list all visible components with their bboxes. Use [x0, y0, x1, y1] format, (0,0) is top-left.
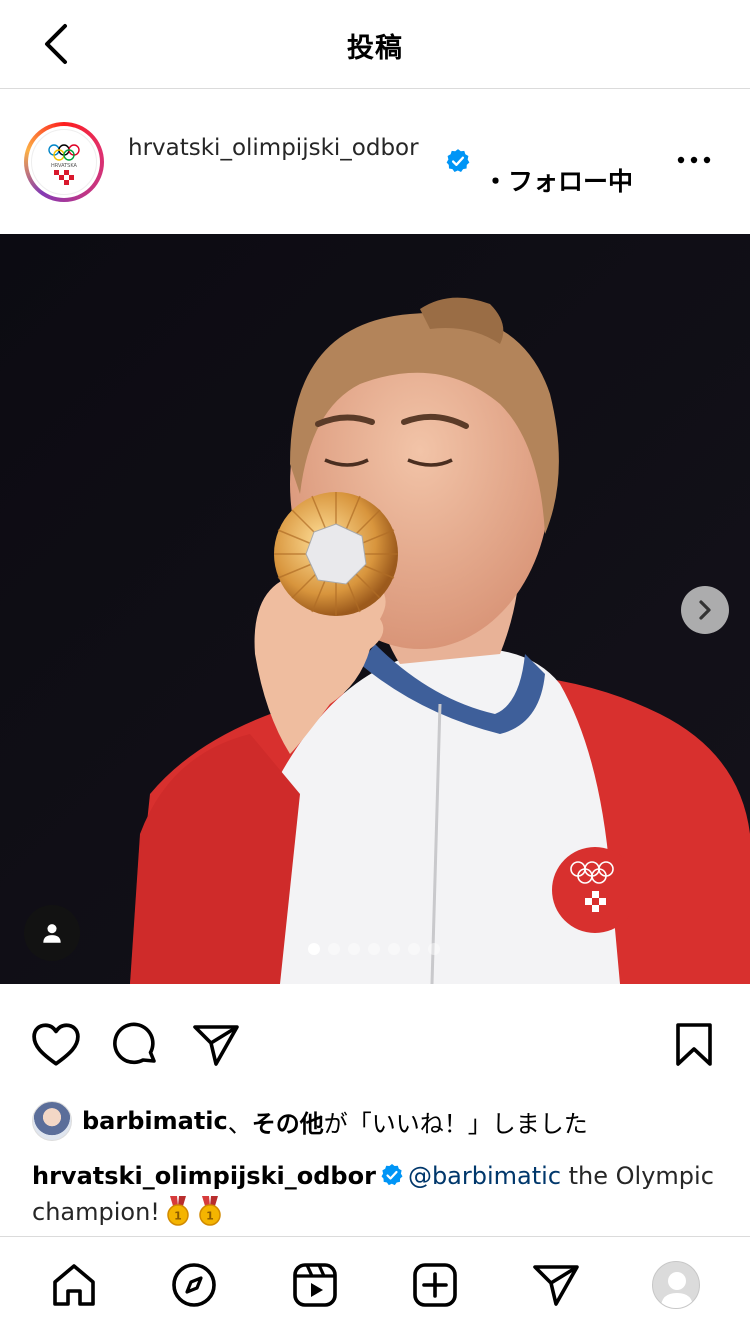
athlete-kissing-medal-photo — [0, 234, 750, 984]
plus-square-icon — [413, 1263, 457, 1307]
tab-create[interactable] — [407, 1257, 463, 1313]
compass-icon — [172, 1263, 216, 1307]
svg-text:1: 1 — [206, 1210, 214, 1223]
chevron-right-icon — [699, 600, 711, 620]
tagged-users-button[interactable] — [24, 905, 80, 961]
profile-avatar — [652, 1261, 700, 1309]
tab-messages[interactable] — [528, 1257, 584, 1313]
reels-icon — [293, 1263, 337, 1307]
tab-profile[interactable] — [648, 1257, 704, 1313]
account-avatar[interactable]: HRVATSKA — [24, 122, 104, 202]
carousel-dot — [408, 943, 420, 955]
carousel-dot — [388, 943, 400, 955]
post-header: HRVATSKA hrvatski_olimpijski_odbor ・フォロー… — [0, 90, 750, 234]
comment-button[interactable] — [106, 1015, 166, 1075]
verified-badge-icon — [446, 149, 470, 172]
comment-icon — [113, 1022, 156, 1065]
more-options-button[interactable] — [674, 140, 714, 180]
carousel-dot — [328, 943, 340, 955]
carousel-dot — [428, 943, 440, 955]
share-button[interactable] — [186, 1015, 246, 1075]
likes-separator: 、 — [227, 1109, 252, 1138]
person-icon — [43, 924, 61, 943]
svg-text:1: 1 — [174, 1210, 182, 1223]
home-icon — [53, 1264, 95, 1306]
bookmark-icon — [676, 1023, 712, 1066]
olympic-committee-logo: HRVATSKA — [31, 129, 97, 195]
tab-home[interactable] — [46, 1257, 102, 1313]
likes-suffix: が「いいね！」しました — [323, 1109, 588, 1138]
carousel-dot — [308, 943, 320, 955]
tab-reels[interactable] — [287, 1257, 343, 1313]
first-place-medal-icon: 1 — [199, 1196, 221, 1226]
heart-icon — [32, 1023, 80, 1066]
paper-plane-icon — [533, 1265, 579, 1306]
like-button[interactable] — [26, 1015, 86, 1075]
top-bar: 投稿 — [0, 0, 750, 89]
bottom-navigation — [0, 1236, 750, 1334]
action-bar — [0, 1015, 750, 1075]
svg-text:HRVATSKA: HRVATSKA — [51, 163, 78, 169]
liker-avatar — [32, 1101, 72, 1141]
post-username[interactable]: hrvatski_olimpijski_odbor — [128, 130, 428, 166]
likes-others-link[interactable]: その他 — [252, 1104, 324, 1139]
carousel-dot — [368, 943, 380, 955]
carousel-dot — [348, 943, 360, 955]
olympic-rings-logo-icon: HRVATSKA — [48, 144, 80, 185]
paper-plane-icon — [193, 1025, 239, 1066]
post-caption: hrvatski_olimpijski_odbor @barbimatic th… — [32, 1158, 722, 1230]
more-horizontal-icon — [677, 156, 711, 164]
post-image[interactable] — [0, 234, 750, 984]
following-button[interactable]: ・フォロー中 — [483, 162, 633, 198]
caption-mention[interactable]: @barbimatic — [408, 1162, 561, 1190]
default-avatar-icon — [661, 1272, 693, 1308]
caption-username[interactable]: hrvatski_olimpijski_odbor — [32, 1162, 376, 1190]
save-button[interactable] — [664, 1015, 724, 1075]
page-title: 投稿 — [347, 33, 403, 64]
verified-badge-icon — [381, 1164, 403, 1186]
tab-explore[interactable] — [166, 1257, 222, 1313]
carousel-indicator — [308, 943, 440, 955]
next-slide-button[interactable] — [681, 586, 729, 634]
liker-username[interactable]: barbimatic — [82, 1107, 228, 1135]
first-place-medal-icon: 1 — [167, 1196, 189, 1226]
likes-summary[interactable]: barbimatic、その他 が「いいね！」しました — [32, 1100, 588, 1142]
